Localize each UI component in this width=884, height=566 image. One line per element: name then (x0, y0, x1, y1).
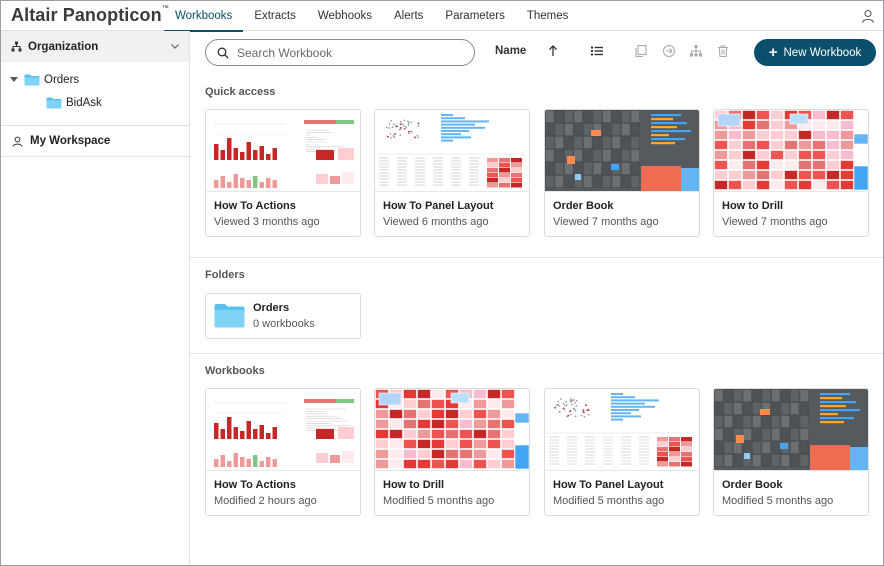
sort-field-label[interactable]: Name (495, 45, 526, 57)
workbook-card[interactable]: How to Drill Modified 5 months ago (374, 388, 530, 516)
sidebar: Organization Orders BidAsk My Workspace (1, 31, 190, 565)
tree-item-bidask[interactable]: BidAsk (1, 91, 189, 114)
app-window: Altair Panopticon™ Workbooks Extracts We… (0, 0, 884, 566)
tab-parameters[interactable]: Parameters (434, 1, 515, 31)
thumbnail-preview-graphic (714, 389, 868, 470)
workbook-thumbnail (714, 389, 868, 471)
workbook-thumbnail (545, 110, 699, 192)
copy-icon[interactable] (634, 44, 648, 58)
chevron-down-icon[interactable] (170, 41, 180, 51)
caret-down-icon[interactable] (10, 77, 18, 82)
tab-extracts[interactable]: Extracts (243, 1, 307, 31)
top-bar: Altair Panopticon™ Workbooks Extracts We… (1, 1, 883, 32)
workbook-card[interactable]: How To Actions Modified 2 hours ago (205, 388, 361, 516)
workbooks-title: Workbooks (205, 365, 265, 377)
quick-access-card[interactable]: Order Book Viewed 7 months ago (544, 109, 700, 237)
workbook-thumbnail (206, 110, 360, 192)
quick-access-card[interactable]: How to Drill Viewed 7 months ago (713, 109, 869, 237)
workbook-card[interactable]: Order Book Modified 5 months ago (713, 388, 869, 516)
trash-icon[interactable] (716, 44, 730, 58)
thumbnail-preview-graphic (545, 110, 699, 191)
new-workbook-button[interactable]: + New Workbook (754, 39, 876, 66)
tab-alerts[interactable]: Alerts (383, 1, 434, 31)
hierarchy-icon[interactable] (689, 44, 703, 58)
tree-item-label: Orders (44, 73, 80, 86)
thumbnail-preview-graphic (206, 110, 360, 191)
main-content: Name (190, 31, 883, 565)
tab-workbooks[interactable]: Workbooks (164, 1, 244, 32)
list-view-icon[interactable] (590, 44, 604, 58)
search-box[interactable] (205, 39, 475, 66)
folders-title: Folders (205, 269, 245, 281)
tab-webhooks[interactable]: Webhooks (307, 1, 383, 31)
organization-label: Organization (28, 40, 99, 53)
tree-item-label: BidAsk (66, 96, 102, 109)
quick-access-title: Quick access (205, 86, 276, 98)
folder-icon (46, 97, 62, 108)
quick-access-card[interactable]: How To Panel Layout Viewed 6 months ago (374, 109, 530, 237)
search-input[interactable] (237, 45, 457, 60)
folder-icon (24, 74, 40, 85)
thumbnail-preview-graphic (206, 389, 360, 470)
app-logo[interactable]: Altair Panopticon™ (11, 5, 169, 26)
main-tabs: Workbooks Extracts Webhooks Alerts Param… (164, 1, 580, 32)
folder-card-orders[interactable]: Orders 0 workbooks (205, 293, 361, 339)
my-workspace-label: My Workspace (30, 135, 111, 147)
hierarchy-icon (11, 41, 22, 52)
sort-ascending-icon[interactable] (546, 44, 560, 58)
toolbar: Name (190, 31, 883, 75)
folder-icon (214, 304, 245, 328)
thumbnail-preview-graphic (375, 389, 529, 470)
tab-themes[interactable]: Themes (516, 1, 580, 31)
search-icon (217, 47, 229, 58)
workbook-thumbnail (375, 110, 529, 192)
workbook-thumbnail (375, 389, 529, 471)
quick-access-card[interactable]: How To Actions Viewed 3 months ago (205, 109, 361, 237)
workbook-thumbnail (714, 110, 868, 192)
user-icon[interactable] (861, 9, 875, 23)
thumbnail-preview-graphic (714, 110, 868, 191)
section-divider (190, 353, 883, 354)
move-icon[interactable] (662, 44, 676, 58)
plus-icon: + (768, 44, 778, 61)
thumbnail-preview-graphic (375, 110, 529, 191)
my-workspace-item[interactable]: My Workspace (1, 126, 189, 157)
workbook-card[interactable]: How To Panel Layout Modified 5 months ag… (544, 388, 700, 516)
user-icon (12, 136, 23, 147)
workbook-thumbnail (206, 389, 360, 471)
workbook-thumbnail (545, 389, 699, 471)
organization-header[interactable]: Organization (1, 31, 189, 62)
tree-item-orders[interactable]: Orders (1, 68, 189, 91)
thumbnail-preview-graphic (545, 389, 699, 470)
section-divider (190, 257, 883, 258)
